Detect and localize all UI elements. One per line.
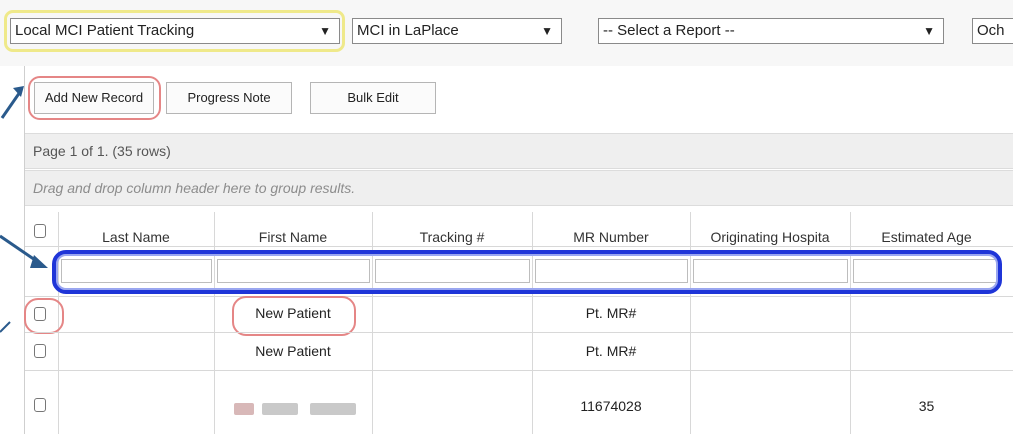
filter-bottom-line bbox=[25, 296, 1013, 297]
arrow-icon bbox=[0, 234, 39, 264]
column-divider bbox=[372, 212, 373, 434]
column-header-mr-number[interactable]: MR Number bbox=[532, 229, 690, 245]
row-divider bbox=[25, 332, 1013, 333]
cell-mr-number: 11674028 bbox=[580, 398, 642, 414]
cell-mr-number: Pt. MR# bbox=[585, 343, 637, 359]
redacted-name bbox=[234, 403, 254, 415]
column-header-estimated-age[interactable]: Estimated Age bbox=[850, 229, 1003, 245]
cell-mr-number: Pt. MR# bbox=[585, 305, 637, 321]
header-bottom-line bbox=[25, 246, 1013, 247]
row-divider bbox=[25, 370, 1013, 371]
redacted-name bbox=[310, 403, 356, 415]
chevron-down-icon: ▼ bbox=[541, 24, 553, 38]
event-select-value: MCI in LaPlace bbox=[357, 22, 459, 39]
column-header-first-name[interactable]: First Name bbox=[214, 229, 372, 245]
redacted-name bbox=[262, 403, 298, 415]
annotation-arrows bbox=[0, 86, 48, 333]
arrow-icon bbox=[0, 321, 11, 333]
column-header-tracking[interactable]: Tracking # bbox=[372, 229, 532, 245]
report-select-value: -- Select a Report -- bbox=[603, 22, 735, 39]
chevron-down-icon: ▼ bbox=[923, 24, 935, 38]
event-select[interactable]: MCI in LaPlace ▼ bbox=[352, 18, 562, 44]
column-divider bbox=[690, 212, 691, 434]
column-header-originating-hospital[interactable]: Originating Hospita bbox=[690, 229, 850, 245]
partial-select-value: Och bbox=[977, 22, 1005, 39]
progress-note-button[interactable]: Progress Note bbox=[166, 82, 292, 114]
progress-note-label: Progress Note bbox=[187, 90, 271, 105]
bulk-edit-label: Bulk Edit bbox=[347, 90, 399, 105]
column-divider bbox=[214, 212, 215, 434]
cell-first-name: New Patient bbox=[255, 343, 331, 359]
arrow-icon bbox=[0, 91, 22, 119]
highlight-red-new-patient bbox=[232, 296, 356, 336]
group-bar[interactable]: Drag and drop column header here to grou… bbox=[25, 170, 1013, 206]
cell-estimated-age: 35 bbox=[918, 398, 935, 414]
partial-select[interactable]: Och bbox=[972, 18, 1013, 44]
report-select[interactable]: -- Select a Report -- ▼ bbox=[598, 18, 944, 44]
bulk-edit-button[interactable]: Bulk Edit bbox=[310, 82, 436, 114]
column-header-last-name[interactable]: Last Name bbox=[58, 229, 214, 245]
highlight-blue-filter-row bbox=[52, 250, 1002, 294]
group-hint-text: Drag and drop column header here to grou… bbox=[33, 180, 356, 196]
pager-bar: Page 1 of 1. (35 rows) bbox=[25, 133, 1013, 169]
